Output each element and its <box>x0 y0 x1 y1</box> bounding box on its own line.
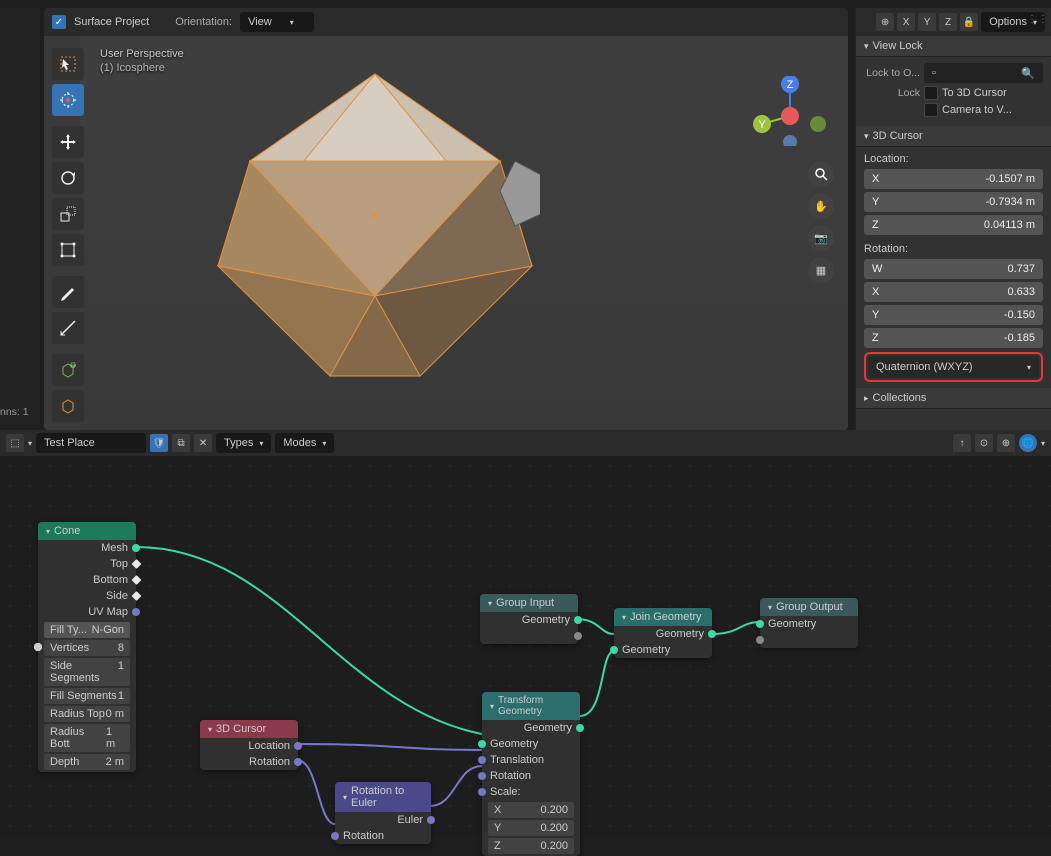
node-canvas[interactable]: ▾Cone Mesh Top Bottom Side UV Map Fill T… <box>0 456 1051 836</box>
camera-lock-icon[interactable]: 🔒 <box>960 13 978 31</box>
select-box-tool[interactable] <box>52 48 84 80</box>
modes-dropdown[interactable]: Modes▾ <box>275 433 334 453</box>
collections-panel-header[interactable]: ▸ Collections ⋮⋮ <box>856 388 1051 409</box>
scale-tool[interactable] <box>52 198 84 230</box>
node-group-input[interactable]: ▾Group Input Geometry <box>480 594 578 644</box>
drag-handle-icon[interactable]: ⋮⋮ <box>1027 14 1049 25</box>
cursor-rot-y[interactable]: Y-0.150 <box>864 305 1043 325</box>
viewport-header: ✓ Surface Project Orientation: View▾ <box>44 8 848 36</box>
lock-to-object-field[interactable]: ▫🔍 <box>924 63 1043 83</box>
transform-tool[interactable] <box>52 234 84 266</box>
orientation-select[interactable]: View▾ <box>240 12 314 32</box>
svg-text:Y: Y <box>758 119 766 131</box>
pan-icon[interactable]: ✋ <box>808 193 834 219</box>
node-editor: ⬚ ▾ Test Place 🛡 ⧉ ✕ Types▾ Modes▾ ↑ ⊙ ⊕… <box>0 430 1051 836</box>
cursor-loc-z[interactable]: Z0.04113 m <box>864 215 1043 235</box>
viewport-3d[interactable]: ✓ Surface Project Orientation: View▾ Use… <box>44 8 848 430</box>
annotate-tool[interactable] <box>52 276 84 308</box>
cursor-panel-header[interactable]: ▾ 3D Cursor ⋮⋮ <box>856 126 1051 147</box>
cursor-loc-y[interactable]: Y-0.7934 m <box>864 192 1043 212</box>
lock-to-label: Lock to O... <box>864 67 920 79</box>
move-tool[interactable] <box>52 126 84 158</box>
node-group-output[interactable]: ▾Group Output Geometry <box>760 598 858 648</box>
viewport-canvas[interactable]: User Perspective (1) Icosphere Z Y <box>80 36 848 430</box>
tool-shelf: + <box>52 48 84 422</box>
rotation-label: Rotation: <box>864 243 1043 255</box>
sidebar-header: ⊕ X Y Z 🔒 Options▾ <box>856 8 1051 36</box>
add-cube-tool[interactable]: + <box>52 354 84 386</box>
rotate-tool[interactable] <box>52 162 84 194</box>
pivot-icon[interactable]: ⊕ <box>997 434 1015 452</box>
node-cone[interactable]: ▾Cone Mesh Top Bottom Side UV Map Fill T… <box>38 522 136 772</box>
surface-project-label: Surface Project <box>74 16 149 28</box>
cursor-rot-z[interactable]: Z-0.185 <box>864 328 1043 348</box>
node-3d-cursor[interactable]: ▾3D Cursor Location Rotation <box>200 720 298 770</box>
zoom-icon[interactable] <box>808 161 834 187</box>
cone-side-seg[interactable]: Side Segments1 <box>44 658 130 686</box>
viewport-controls: ✋ 📷 ▦ <box>808 161 834 283</box>
svg-text:Z: Z <box>787 79 794 91</box>
lock-label: Lock <box>864 87 920 99</box>
chevron-right-icon: ▸ <box>864 393 869 404</box>
sidebar-n-panel: ⊕ X Y Z 🔒 Options▾ ▾ View Lock Lock to O… <box>855 8 1051 430</box>
cone-vertices[interactable]: Vertices8 <box>44 640 130 656</box>
snap-icon[interactable]: ⊙ <box>975 434 993 452</box>
cursor-rot-x[interactable]: X0.633 <box>864 282 1043 302</box>
chevron-down-icon: ▾ <box>864 41 869 52</box>
types-dropdown[interactable]: Types▾ <box>216 433 271 453</box>
overlay-icon[interactable]: 🌐 <box>1019 434 1037 452</box>
cone-radius-bot[interactable]: Radius Bott1 m <box>44 724 130 752</box>
to-3d-cursor-checkbox[interactable] <box>924 86 938 100</box>
camera-to-view-checkbox[interactable] <box>924 103 938 117</box>
cursor-tool[interactable] <box>52 84 84 116</box>
transform-scale-x[interactable]: X0.200 <box>488 802 574 818</box>
surface-project-checkbox[interactable]: ✓ <box>52 15 66 29</box>
camera-to-view-label: Camera to V... <box>942 104 1012 116</box>
node-transform-geometry[interactable]: ▾Transform Geometry Geometry Geometry Tr… <box>482 692 580 856</box>
left-region <box>0 8 40 428</box>
icosphere-mesh[interactable] <box>210 66 540 396</box>
transform-scale-z[interactable]: Z0.200 <box>488 838 574 854</box>
svg-text:+: + <box>70 361 76 371</box>
cone-depth[interactable]: Depth2 m <box>44 754 130 770</box>
axis-y-button[interactable]: Y <box>918 13 936 31</box>
cone-fill-seg[interactable]: Fill Segments1 <box>44 688 130 704</box>
camera-icon[interactable]: 📷 <box>808 225 834 251</box>
cursor-loc-x[interactable]: X-0.1507 m <box>864 169 1043 189</box>
editor-type-icon[interactable]: ⬚ <box>6 434 24 452</box>
view-lock-panel-header[interactable]: ▾ View Lock <box>856 36 1051 57</box>
grid-icon[interactable]: ▦ <box>808 257 834 283</box>
transform-scale-y[interactable]: Y0.200 <box>488 820 574 836</box>
cone-fill-type[interactable]: Fill Ty...N-Gon <box>44 622 130 638</box>
to-3d-cursor-label: To 3D Cursor <box>942 87 1007 99</box>
axis-z-button[interactable]: Z <box>939 13 957 31</box>
chevron-down-icon: ▾ <box>864 131 869 142</box>
gizmo-toggle-icon[interactable]: ⊕ <box>876 13 894 31</box>
cursor-rot-w[interactable]: W0.737 <box>864 259 1043 279</box>
axis-x-button[interactable]: X <box>897 13 915 31</box>
node-editor-header: ⬚ ▾ Test Place 🛡 ⧉ ✕ Types▾ Modes▾ ↑ ⊙ ⊕… <box>0 430 1051 456</box>
close-icon[interactable]: ✕ <box>194 434 212 452</box>
shield-icon[interactable]: 🛡 <box>150 434 168 452</box>
location-label: Location: <box>864 153 1043 165</box>
measure-tool[interactable] <box>52 312 84 344</box>
node-join-geometry[interactable]: ▾Join Geometry Geometry Geometry <box>614 608 712 658</box>
orientation-label: Orientation: <box>175 16 232 28</box>
cone-radius-top[interactable]: Radius Top0 m <box>44 706 130 722</box>
rotation-mode-highlight: Quaternion (WXYZ)▾ <box>864 352 1043 382</box>
perspective-info: User Perspective (1) Icosphere <box>100 48 184 74</box>
node-tree-name[interactable]: Test Place <box>36 433 146 453</box>
parent-icon[interactable]: ↑ <box>953 434 971 452</box>
node-rotation-to-euler[interactable]: ▾Rotation to Euler Euler Rotation <box>335 782 431 844</box>
duplicate-icon[interactable]: ⧉ <box>172 434 190 452</box>
rotation-mode-select[interactable]: Quaternion (WXYZ)▾ <box>868 356 1039 378</box>
nav-gizmo[interactable]: Z Y <box>750 76 830 146</box>
status-columns: nns: 1 <box>0 406 29 418</box>
add-cube-tool-2[interactable] <box>52 390 84 422</box>
